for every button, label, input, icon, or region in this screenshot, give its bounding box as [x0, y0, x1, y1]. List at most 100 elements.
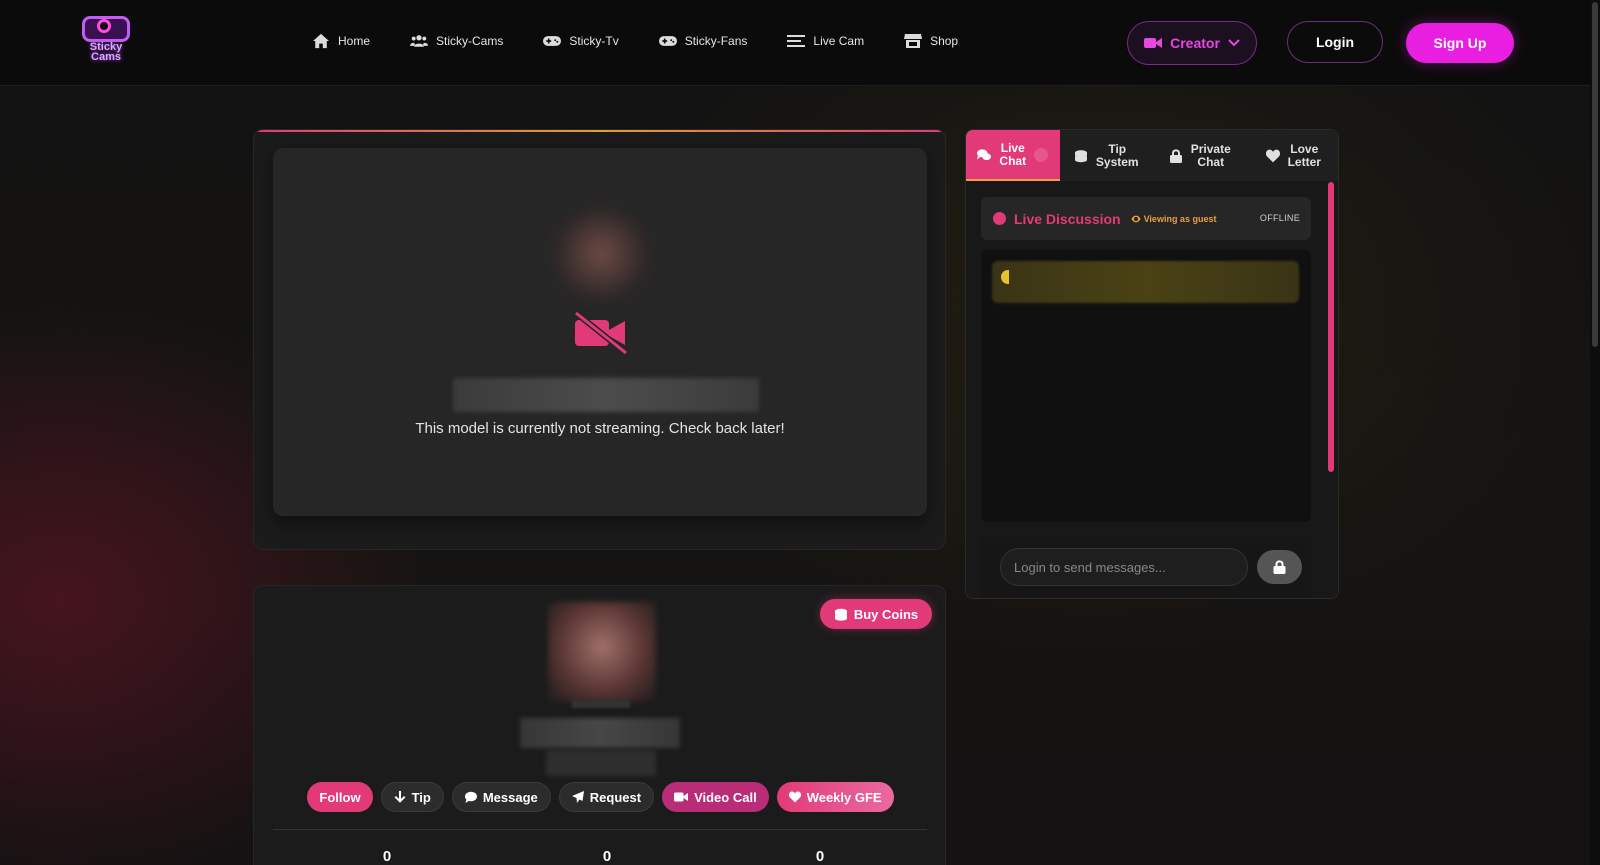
chat-messages-area [981, 250, 1311, 522]
nav-sticky-tv-label: Sticky-Tv [569, 34, 619, 48]
stream-status-badge: OFFLINE [1259, 213, 1300, 223]
profile-action-bar: Follow Tip Message Request Video Call We… [254, 782, 947, 812]
lock-icon [1273, 560, 1286, 574]
tab-love-letter-line1: Love [1290, 141, 1319, 156]
avatar-caption [572, 700, 630, 708]
store-icon [904, 34, 923, 48]
main-nav: Home Sticky-Cams Sticky-Tv Sticky-Fans L… [312, 33, 998, 49]
buy-coins-button[interactable]: Buy Coins [820, 599, 932, 629]
video-call-button[interactable]: Video Call [662, 782, 769, 812]
tab-tip-system-line1: Tip [1108, 141, 1127, 156]
message-button[interactable]: Message [451, 782, 551, 812]
heart-icon [788, 791, 801, 803]
site-logo[interactable]: Sticky Cams [80, 14, 132, 68]
guest-indicator: Viewing as guest [1131, 213, 1217, 224]
tab-live-chat-line2: Chat [999, 153, 1027, 168]
nav-sticky-fans[interactable]: Sticky-Fans [658, 33, 748, 49]
logo-text: Sticky Cams [80, 42, 132, 63]
nav-sticky-fans-label: Sticky-Fans [684, 34, 748, 48]
nav-sticky-cams[interactable]: Sticky-Cams [410, 33, 503, 49]
coins-icon [834, 608, 847, 621]
coins-icon [1074, 149, 1087, 162]
live-discussion-title: Live Discussion [1014, 210, 1121, 227]
video-player-panel: This model is currently not streaming. C… [253, 129, 946, 550]
top-navbar: Sticky Cams Home Sticky-Cams Sticky-Tv S… [0, 0, 1590, 86]
guest-label: Viewing as guest [1143, 213, 1217, 224]
video-call-label: Video Call [694, 789, 757, 805]
arrow-down-icon [394, 791, 405, 803]
nav-shop[interactable]: Shop [904, 33, 958, 49]
chat-panel: Live Chat Tip System Private Chat Love Lette… [965, 129, 1339, 599]
page-scrollbar[interactable] [1590, 0, 1600, 865]
nav-home[interactable]: Home [312, 33, 370, 49]
tip-label: Tip [411, 789, 431, 805]
home-icon [313, 33, 329, 49]
users-icon [410, 35, 429, 47]
nav-shop-label: Shop [930, 34, 959, 48]
chat-input-placeholder: Login to send messages... [1014, 559, 1166, 575]
video-camera-icon [1144, 38, 1163, 48]
page-scrollbar-thumb[interactable] [1592, 2, 1598, 347]
logo-lens-shape [97, 19, 111, 33]
request-label: Request [589, 789, 642, 805]
panel-accent-line [254, 130, 945, 132]
video-offline-screen: This model is currently not streaming. C… [273, 148, 927, 516]
tab-tip-system[interactable]: Tip System [1060, 130, 1154, 181]
weekly-gfe-button[interactable]: Weekly GFE [776, 782, 894, 812]
blurred-profile-name [520, 718, 680, 748]
gamepad-icon [543, 36, 562, 46]
tab-tip-system-label: Tip System [1095, 141, 1139, 169]
stat-value-2: 0 [602, 848, 612, 865]
tab-live-chat[interactable]: Live Chat [966, 130, 1060, 181]
video-off-icon [574, 310, 628, 356]
request-button[interactable]: Request [558, 782, 655, 812]
creator-dropdown-button[interactable]: Creator [1127, 21, 1257, 65]
tab-tip-system-line2: System [1095, 154, 1139, 169]
creator-label: Creator [1170, 35, 1220, 51]
paper-plane-icon [571, 791, 584, 803]
nav-sticky-cams-label: Sticky-Cams [436, 34, 504, 48]
video-camera-icon [674, 792, 689, 802]
coin-icon [1001, 270, 1009, 284]
tip-button[interactable]: Tip [380, 782, 444, 812]
menu-icon [787, 35, 806, 47]
live-status-dot [993, 212, 1006, 225]
nav-sticky-tv[interactable]: Sticky-Tv [543, 33, 619, 49]
nav-live-cam[interactable]: Live Cam [787, 33, 864, 49]
tab-private-chat-line2: Chat [1197, 154, 1225, 169]
follow-label: Follow [319, 789, 361, 805]
message-label: Message [482, 789, 538, 805]
weekly-gfe-label: Weekly GFE [806, 789, 882, 805]
follow-button[interactable]: Follow [307, 782, 373, 812]
chat-scrollbar[interactable] [1328, 182, 1334, 472]
stat-value-1: 0 [382, 848, 392, 865]
tab-private-chat-line1: Private [1190, 141, 1231, 156]
signup-button[interactable]: Sign Up [1406, 23, 1514, 63]
blurred-model-name [453, 378, 759, 412]
tab-indicator-dot [1034, 147, 1049, 162]
stat-value-3: 0 [815, 848, 825, 865]
send-locked-button[interactable] [1257, 550, 1302, 584]
tab-love-letter-line2: Letter [1287, 154, 1321, 169]
eye-icon [1131, 215, 1141, 222]
tab-love-letter[interactable]: Love Letter [1247, 130, 1339, 181]
login-button[interactable]: Login [1287, 21, 1383, 63]
chevron-down-icon [1228, 39, 1240, 47]
logo-text-line2: Cams [91, 51, 121, 63]
chat-message-input[interactable]: Login to send messages... [1000, 548, 1248, 586]
chat-bubbles-icon [977, 148, 992, 160]
pinned-message [992, 261, 1299, 303]
chat-bubble-icon [464, 791, 477, 803]
tab-love-letter-label: Love Letter [1287, 141, 1321, 169]
gamepad-icon [658, 36, 677, 46]
chat-tabs: Live Chat Tip System Private Chat Love Lette… [966, 130, 1339, 181]
tab-live-chat-label: Live Chat [999, 140, 1027, 168]
buy-coins-label: Buy Coins [853, 606, 919, 622]
nav-home-label: Home [338, 34, 371, 48]
tab-live-chat-line1: Live [1000, 140, 1025, 155]
nav-live-cam-label: Live Cam [813, 34, 865, 48]
blurred-profile-subtitle [546, 750, 656, 776]
tab-private-chat[interactable]: Private Chat [1153, 130, 1247, 181]
heart-icon [1265, 149, 1280, 162]
offline-message: This model is currently not streaming. C… [415, 420, 785, 437]
